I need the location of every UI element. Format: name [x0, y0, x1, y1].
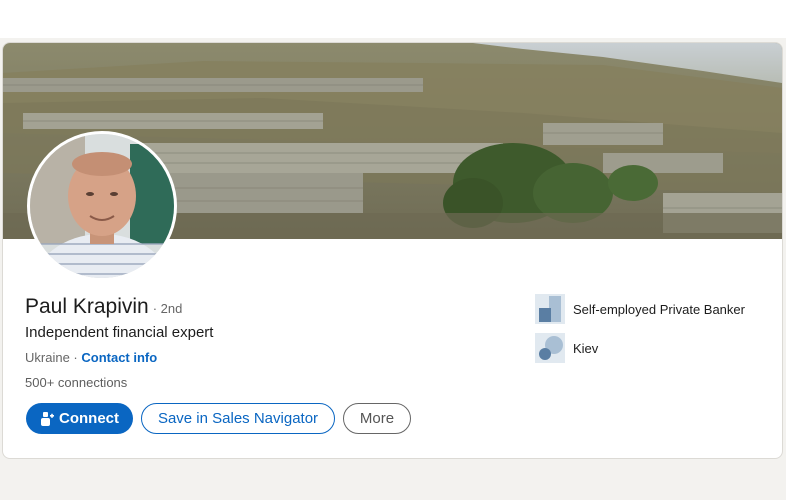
- top-strip: [0, 0, 786, 38]
- profile-avatar[interactable]: [27, 131, 177, 281]
- more-button[interactable]: More: [343, 403, 411, 434]
- avatar-photo: [30, 134, 174, 278]
- education-item[interactable]: Kiev: [535, 333, 598, 363]
- profile-headline: Independent financial expert: [25, 324, 214, 341]
- profile-name: Paul Krapivin: [25, 295, 149, 318]
- connection-degree: · 2nd: [152, 301, 183, 316]
- connect-label: Connect: [59, 410, 119, 427]
- connections-count[interactable]: 500+ connections: [25, 375, 127, 390]
- building-icon: [535, 294, 565, 324]
- school-icon: [535, 333, 565, 363]
- save-in-sales-navigator-button[interactable]: Save in Sales Navigator: [141, 403, 335, 434]
- profile-card: Paul Krapivin · 2nd Independent financia…: [2, 42, 783, 459]
- education-school: Kiev: [573, 340, 599, 356]
- experience-item[interactable]: Self-employed Private Banker: [535, 294, 745, 324]
- experience-company: Self-employed Private Banker: [573, 301, 745, 317]
- location-row: Ukraine · Contact info: [25, 350, 157, 365]
- profile-location: Ukraine ·: [25, 350, 82, 365]
- name-row: Paul Krapivin · 2nd: [25, 295, 182, 319]
- contact-info-link[interactable]: Contact info: [81, 350, 157, 365]
- add-person-icon: [40, 411, 54, 426]
- connect-button[interactable]: Connect: [26, 403, 133, 434]
